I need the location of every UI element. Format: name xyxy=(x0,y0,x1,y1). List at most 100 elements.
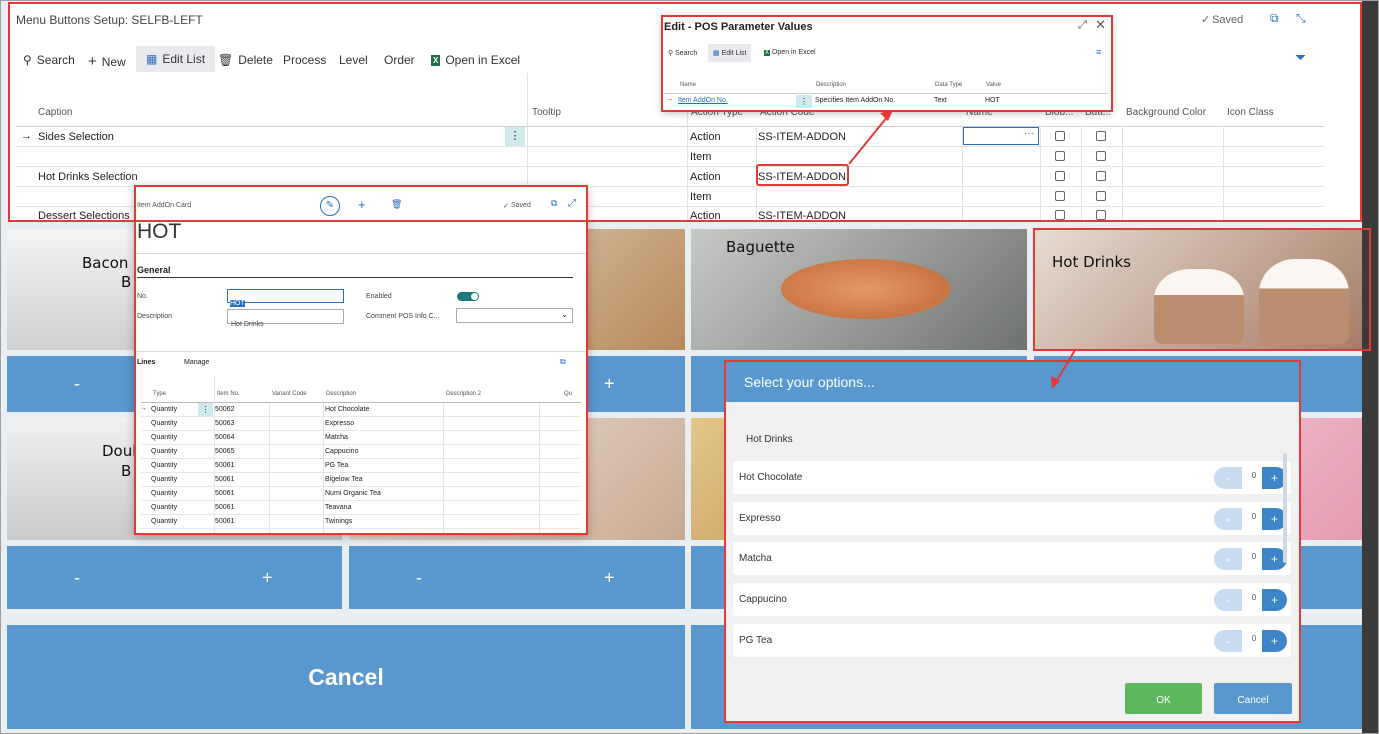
pos-col-value[interactable]: Value xyxy=(986,82,1001,88)
table-row-caption[interactable]: Sides Selection xyxy=(38,131,114,143)
line-col-item-no[interactable]: Item No. xyxy=(217,391,240,397)
no-field[interactable]: HOT xyxy=(227,289,344,307)
pos-search-button[interactable]: ⚲ Search xyxy=(668,49,697,57)
trash-icon[interactable]: 🗑 xyxy=(391,199,402,210)
blob-checkbox[interactable] xyxy=(1055,131,1065,141)
close-icon[interactable]: ✕ xyxy=(1095,17,1106,33)
description-field[interactable]: Hot Drinks xyxy=(227,309,344,328)
butt-checkbox[interactable] xyxy=(1096,191,1106,201)
general-section-label[interactable]: General xyxy=(137,265,171,275)
table-row-action-type[interactable]: Action xyxy=(690,210,721,222)
option-minus-button[interactable]: - xyxy=(1214,508,1242,530)
plus-button-3[interactable]: + xyxy=(604,567,615,588)
line-row[interactable]: Quantity 50065 Cappucino xyxy=(141,445,581,459)
plus-button[interactable]: + xyxy=(604,374,615,395)
col-caption[interactable]: Caption xyxy=(38,107,72,118)
table-row-action-type[interactable]: Item xyxy=(690,151,711,163)
comment-pos-select[interactable]: ⌄ xyxy=(456,308,573,323)
pos-row-description[interactable]: Specifies Item AddOn No. xyxy=(815,97,895,104)
pos-col-data-type[interactable]: Data Type xyxy=(935,82,962,88)
pos-row-value[interactable]: HOT xyxy=(985,97,1000,104)
table-row-action-type[interactable]: Item xyxy=(690,191,711,203)
butt-checkbox[interactable] xyxy=(1096,210,1106,220)
butt-checkbox[interactable] xyxy=(1096,131,1106,141)
options-ok-button[interactable]: OK xyxy=(1125,683,1202,714)
pos-row-data-type[interactable]: Text xyxy=(934,97,947,104)
pos-col-description[interactable]: Description xyxy=(816,82,846,88)
blob-checkbox[interactable] xyxy=(1055,191,1065,201)
plus-icon[interactable]: + xyxy=(358,197,366,212)
blob-checkbox[interactable] xyxy=(1055,171,1065,181)
new-button[interactable]: + New xyxy=(88,53,126,70)
plus-button-2[interactable]: + xyxy=(262,567,273,588)
expand-icon[interactable]: ⤢ xyxy=(1078,19,1087,32)
search-button[interactable]: ⚲ Search xyxy=(23,53,75,67)
list-view-icon[interactable]: ≡ xyxy=(1096,47,1101,57)
line-row[interactable]: Quantity 50061 Teavana xyxy=(141,501,581,515)
enabled-toggle[interactable] xyxy=(457,292,479,301)
option-plus-button[interactable]: + xyxy=(1262,630,1287,652)
option-minus-button[interactable]: - xyxy=(1214,630,1242,652)
table-row-caption[interactable]: Hot Drinks Selection xyxy=(38,171,138,183)
butt-checkbox[interactable] xyxy=(1096,151,1106,161)
delete-button[interactable]: 🗑 Delete xyxy=(218,53,273,67)
open-new-window-icon[interactable]: ⧉ xyxy=(551,198,557,209)
line-col-variant-code[interactable]: Variant Code xyxy=(272,391,307,397)
option-plus-button[interactable]: + xyxy=(1262,589,1287,611)
butt-checkbox[interactable] xyxy=(1096,171,1106,181)
process-menu[interactable]: Process xyxy=(283,53,326,67)
table-row-action-type[interactable]: Action xyxy=(690,171,721,183)
line-row[interactable]: Quantity 50064 Matcha xyxy=(141,431,581,445)
open-new-window-icon[interactable]: ⧉ xyxy=(1270,11,1279,26)
option-minus-button[interactable]: - xyxy=(1214,467,1242,489)
pos-open-excel-button[interactable]: X Open in Excel xyxy=(764,49,816,56)
col-background-color[interactable]: Background Color xyxy=(1126,107,1206,118)
level-menu[interactable]: Level xyxy=(339,53,368,67)
line-row[interactable]: Quantity 50061 Twinings xyxy=(141,515,581,529)
manage-tab[interactable]: Manage xyxy=(184,359,209,366)
table-row-action-type[interactable]: Action xyxy=(690,131,721,143)
open-in-excel-button[interactable]: X Open in Excel xyxy=(431,53,520,67)
tile-baguette[interactable]: Baguette xyxy=(691,229,1027,350)
row-menu-button[interactable]: ⋮ xyxy=(505,127,525,146)
line-row[interactable]: Quantity 50061 Numi Organic Tea xyxy=(141,487,581,501)
line-col-description-2[interactable]: Description 2 xyxy=(446,391,481,397)
pos-edit-list-button[interactable]: ▦ Edit List xyxy=(708,44,752,62)
table-row-action-code[interactable]: SS-ITEM-ADDON xyxy=(758,210,846,222)
options-cancel-button[interactable]: Cancel xyxy=(1214,683,1292,714)
col-tooltip[interactable]: Tooltip xyxy=(532,107,561,118)
edit-list-button[interactable]: ▦ Edit List xyxy=(136,46,216,72)
expand-icon[interactable]: ⤢ xyxy=(568,198,576,209)
blob-checkbox[interactable] xyxy=(1055,151,1065,161)
line-col-qu[interactable]: Qu xyxy=(564,391,572,397)
minus-button[interactable]: - xyxy=(74,374,80,395)
line-row[interactable]: Quantity 50061 PG Tea xyxy=(141,459,581,473)
line-row[interactable]: Quantity 50062 Hot Chocolate xyxy=(141,403,581,417)
blob-checkbox[interactable] xyxy=(1055,210,1065,220)
pos-row-name[interactable]: Item AddOn No. xyxy=(678,97,728,104)
line-row[interactable]: Quantity 50063 Expresso xyxy=(141,417,581,431)
tile-hot-drinks[interactable]: Hot Drinks xyxy=(1034,229,1370,350)
pos-row-menu-button[interactable]: ⋮ xyxy=(796,95,812,108)
kiosk-cancel-button[interactable]: Cancel xyxy=(7,625,685,729)
filter-icon[interactable]: ⏷ xyxy=(1295,49,1306,66)
option-minus-button[interactable]: - xyxy=(1214,589,1242,611)
lines-expand-icon[interactable]: ⧉ xyxy=(560,357,566,367)
pos-col-name[interactable]: Name xyxy=(680,82,696,88)
options-scrollbar[interactable] xyxy=(1283,453,1287,563)
minus-button-2[interactable]: - xyxy=(74,567,80,588)
table-row-action-code[interactable]: SS-ITEM-ADDON xyxy=(758,171,846,183)
table-row-action-code[interactable]: SS-ITEM-ADDON xyxy=(758,131,846,143)
col-icon-class[interactable]: Icon Class xyxy=(1227,107,1274,118)
collapse-icon[interactable]: ⤡ xyxy=(1296,11,1306,26)
lines-tab[interactable]: Lines xyxy=(137,359,155,366)
table-row-caption[interactable]: Dessert Selections xyxy=(38,210,130,222)
order-menu[interactable]: Order xyxy=(384,53,415,67)
edit-pencil-button[interactable]: ✎ xyxy=(320,196,340,216)
line-col-type[interactable]: Type xyxy=(153,391,166,397)
line-col-description[interactable]: Description xyxy=(326,391,356,397)
line-row[interactable]: Quantity 50061 Bigelow Tea xyxy=(141,473,581,487)
name-input-active[interactable]: ··· xyxy=(963,127,1039,145)
option-minus-button[interactable]: - xyxy=(1214,548,1242,570)
minus-button-3[interactable]: - xyxy=(416,567,422,588)
